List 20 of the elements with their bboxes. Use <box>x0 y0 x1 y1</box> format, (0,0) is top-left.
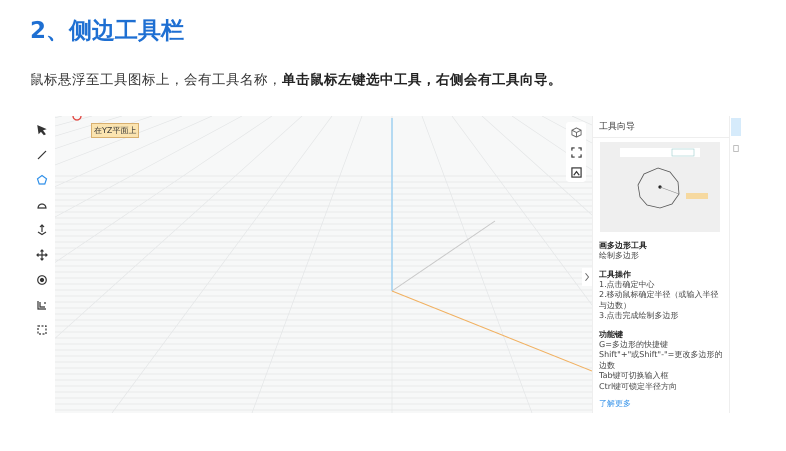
panel-title: 工具向导 <box>593 116 729 138</box>
guide-text: Ctrl键可锁定半径方向 <box>599 382 678 392</box>
guide-text: Tab键可切换输入框 <box>599 371 670 382</box>
tool-description: 绘制多边形 <box>599 251 640 262</box>
guide-text: 2.移动鼠标确定半径（或输入半径与边数） <box>599 290 720 311</box>
image-icon[interactable] <box>569 165 583 179</box>
guide-text: G=多边形的快捷键 <box>599 340 669 350</box>
section-title: 功能键 <box>599 328 624 340</box>
guide-text: 1.点击确定中心 <box>599 280 656 290</box>
cube-icon[interactable] <box>569 125 583 139</box>
fullscreen-icon[interactable] <box>569 145 583 159</box>
chevron-right-icon[interactable] <box>582 268 592 286</box>
learn-more-link[interactable]: 了解更多 <box>599 398 631 409</box>
tooltip: 在YZ平面上 <box>91 123 140 138</box>
section-heading: 2、侧边工具栏 <box>30 17 186 46</box>
guide-text: Shift"+"或Shift"-"=更改多边形的边数 <box>599 350 723 371</box>
intro-paragraph: 鼠标悬浮至工具图标上，会有工具名称，单击鼠标左键选中工具，右侧会有工具向导。 <box>30 71 563 90</box>
section-title: 工具操作 <box>599 268 632 280</box>
tool-name: 画多边形工具 <box>599 240 648 251</box>
guide-text: 3.点击完成绘制多边形 <box>599 311 680 322</box>
